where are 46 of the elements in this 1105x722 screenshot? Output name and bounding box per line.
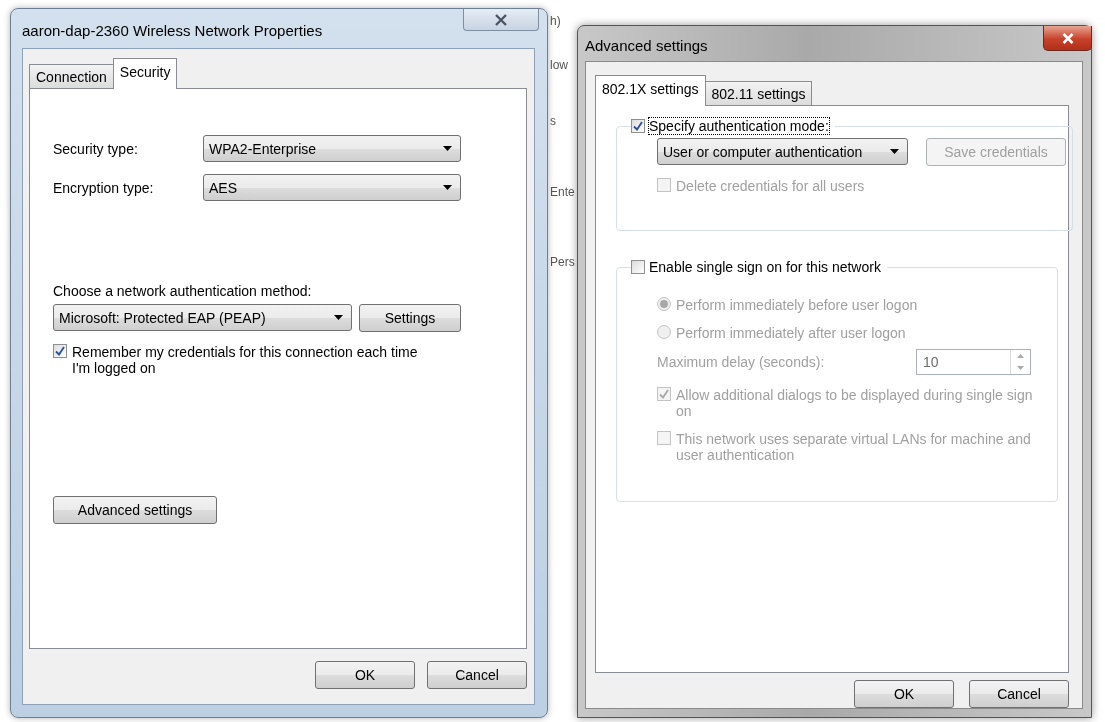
field-label: Choose a network authentication method: <box>53 283 313 299</box>
background-window-text: s <box>549 114 557 128</box>
caret-icon <box>443 146 452 151</box>
checkbox[interactable] <box>53 344 67 358</box>
tab[interactable]: Security <box>112 58 178 89</box>
checkbox-label: Enable single sign on for this network <box>649 259 881 275</box>
radio-label: Perform immediately before user logon <box>676 297 918 313</box>
checkbox-label: Specify authentication mode: <box>649 118 829 134</box>
tab[interactable]: Connection <box>29 64 114 88</box>
field-label: Maximum delay (seconds): <box>657 354 825 370</box>
checkbox[interactable] <box>631 260 645 274</box>
window-title: Advanced settings <box>585 36 708 54</box>
window-title: aaron-dap-2360 Wireless Network Properties <box>22 21 323 39</box>
background-window-text: Pers <box>549 255 576 269</box>
caret-icon <box>334 315 343 320</box>
up-arrow-icon <box>1017 354 1024 358</box>
advanced-settings-button[interactable]: Advanced settings <box>53 496 217 524</box>
close-icon <box>1061 32 1074 44</box>
checkbox-label: Remember my credentials for this connection each time I'm logged on <box>72 344 419 376</box>
dialog-button[interactable]: Cancel <box>427 661 527 689</box>
dialog-button[interactable]: Cancel <box>969 680 1069 708</box>
background-window-text: Ente <box>549 185 576 199</box>
caret-icon <box>443 185 452 190</box>
checkbox-label: Allow additional dialogs to be displayed during single sign on <box>676 387 1034 419</box>
close-button[interactable] <box>1043 26 1092 51</box>
auth-mode-dropdown[interactable]: User or computer authentication <box>657 138 908 165</box>
encryption-type-dropdown[interactable]: AES <box>203 174 461 201</box>
radio-label: Perform immediately after user logon <box>676 325 906 341</box>
field-label: Encryption type: <box>53 179 155 196</box>
tab[interactable]: 802.1X settings <box>595 75 706 106</box>
close-icon <box>494 13 508 26</box>
tab[interactable]: 802.11 settings <box>704 81 813 105</box>
checkbox-label: This network uses separate virtual LANs for machine and user authentication <box>676 431 1032 463</box>
settings-button[interactable]: Settings <box>359 304 461 332</box>
security-type-dropdown[interactable]: WPA2-Enterprise <box>203 135 461 162</box>
checkbox[interactable] <box>631 119 645 133</box>
background-window-text: h) <box>549 14 562 28</box>
field-label: Security type: <box>53 140 139 157</box>
background-window-text: low <box>549 58 569 72</box>
close-button[interactable] <box>463 9 539 31</box>
auth-method-dropdown[interactable]: Microsoft: Protected EAP (PEAP) <box>53 304 352 331</box>
dialog-button[interactable]: OK <box>315 661 415 689</box>
caret-icon <box>890 149 899 154</box>
checkbox-label: Delete credentials for all users <box>676 178 865 194</box>
down-arrow-icon <box>1017 366 1024 370</box>
dialog-button[interactable]: OK <box>854 680 954 708</box>
